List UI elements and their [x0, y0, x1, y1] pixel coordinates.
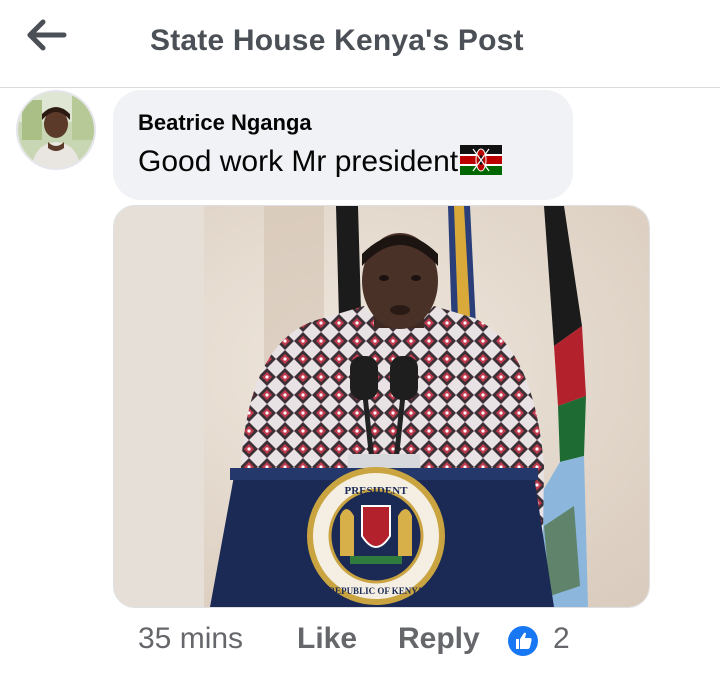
svg-text:REPUBLIC OF KENYA: REPUBLIC OF KENYA: [329, 586, 424, 596]
reaction-count[interactable]: 2: [553, 622, 570, 656]
comment-bubble: Beatrice Nganga Good work Mr president: [113, 90, 573, 200]
comment-text: Good work Mr president: [138, 145, 459, 178]
page-title: State House Kenya's Post: [150, 24, 524, 57]
avatar[interactable]: [16, 90, 96, 170]
svg-text:PRESIDENT: PRESIDENT: [345, 485, 409, 497]
thumbs-up-icon[interactable]: [507, 625, 539, 657]
comment-timestamp: 35 mins: [138, 622, 244, 655]
kenya-flag-icon: [460, 145, 503, 183]
arrow-left-icon: [27, 19, 67, 51]
comment-actions: 35 mins Like Reply 2: [0, 618, 720, 668]
comment-text-line: Good work Mr president: [138, 145, 503, 183]
top-bar: State House Kenya's Post: [0, 0, 720, 88]
back-button[interactable]: [22, 18, 72, 52]
comment-author[interactable]: Beatrice Nganga: [138, 110, 312, 136]
like-button[interactable]: Like: [297, 622, 357, 656]
reply-button[interactable]: Reply: [398, 622, 480, 656]
comment-photo[interactable]: PRESIDENT REPUBLIC OF KENYA: [113, 205, 650, 608]
